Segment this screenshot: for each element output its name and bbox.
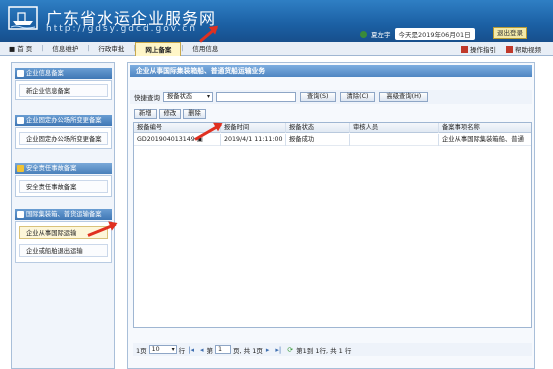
page-size-select[interactable]: 10 [148,345,177,354]
help-video-link[interactable]: 帮助视频 [506,44,541,54]
page-label-post: 页, 共 1页 [233,346,263,355]
column-header[interactable]: 报备时间 [221,123,286,133]
site-url: http://gdsy.gdcd.gov.cn [46,24,197,34]
quick-query-label: 快捷查询 [134,94,160,102]
warning-icon [17,165,24,172]
user-info: 夏左宇 今天是2019年06月01日 [360,28,475,40]
filing-number: GD201904013149 [137,136,195,143]
sidebar-section-safety-accident[interactable]: 安全责任事故备案 [15,163,112,174]
sidebar-section-body: 新企业信息备案 [15,80,112,100]
guide-icon [461,46,468,53]
section-icon [17,70,24,77]
table-header: 报备编号 报备时间 报备状态 审核人员 备案事项名称 [134,123,531,133]
nav-online-filing[interactable]: 网上备案 [135,41,182,56]
pager-summary: 第1到 1行, 共 1 行 [296,346,352,355]
first-page-icon[interactable]: |◂ [188,346,194,354]
new-button[interactable]: 新增 [134,109,157,119]
column-header[interactable]: 备案事项名称 [439,123,531,133]
edit-button[interactable]: 修改 [158,109,182,119]
query-input[interactable] [216,92,296,102]
sidebar-item-new-enterprise-filing[interactable]: 新企业信息备案 [19,84,108,97]
sidebar-item-office-change-filing[interactable]: 企业固定办公场所变更备案 [19,132,108,145]
column-header[interactable]: 报备状态 [286,123,350,133]
sidebar-section-enterprise-info[interactable]: 企业信息备案 [15,68,112,79]
page-number-input[interactable]: 1 [215,345,232,354]
help-video-label: 帮助视频 [515,46,541,54]
pager-prefix: 1页 [136,346,147,355]
nav-right-links: 操作指引 帮助视频 [461,42,541,56]
user-icon [360,30,367,38]
main-nav: ■ 首 页 | 信息维护 | 行政审批 | 网上备案 | 信用信息 操作指引 帮… [0,41,553,56]
table-cell: 企业从事国际集装箱船、普通 [442,136,524,143]
nav-credit-info[interactable]: 信用信息 [183,42,227,56]
section-title: 企业固定办公场所变更备案 [26,117,102,124]
section-title: 安全责任事故备案 [26,165,77,172]
sidebar-section-body: 安全责任事故备案 [15,175,112,197]
sidebar-section-body: 企业固定办公场所变更备案 [15,127,112,149]
today-date: 今天是2019年06月01日 [394,28,475,40]
sidebar-item-exit-transport[interactable]: 企业或船舶退出运输 [19,244,108,257]
table-cell: 2019/4/1 11:11:00 [221,134,286,146]
guide-link[interactable]: 操作指引 [461,44,496,54]
main-panel: 企业从事国际集装箱船、普通货船运输业务 快捷查询 报备状态 查询(S) 清除(C… [127,62,535,369]
search-button[interactable]: 查询(S) [300,92,336,102]
sidebar-item-safety-accident-filing[interactable]: 安全责任事故备案 [19,180,108,193]
table-cell [350,134,439,146]
panel-title: 企业从事国际集装箱船、普通货船运输业务 [130,65,532,77]
grid-toolbar: 新增 修改 删除 [134,109,206,120]
advanced-search-button[interactable]: 高级查询(H) [379,92,429,102]
sidebar: 企业信息备案 新企业信息备案 企业固定办公场所变更备案 企业固定办公场所变更备案… [11,62,115,369]
page-label-pre: 第 [206,346,214,355]
page-size-suffix: 行 [178,346,186,355]
section-icon [17,117,24,124]
filing-table: 报备编号 报备时间 报备状态 审核人员 备案事项名称 GD20190401314… [133,122,532,328]
quick-query-bar: 快捷查询 报备状态 查询(S) 清除(C) 高级查询(H) [130,90,532,104]
nav-home[interactable]: ■ 首 页 [0,42,41,56]
guide-label: 操作指引 [470,46,496,54]
section-title: 企业信息备案 [26,70,64,77]
sidebar-section-intl-container[interactable]: 国际集装箱、普货运输备案 [15,209,112,220]
site-header: 广东省水运企业服务网 http://gdsy.gdcd.gov.cn 夏左宇 今… [0,0,553,42]
table-row[interactable]: GD201904013149 ▣ 2019/4/1 11:11:00 报备成功 … [134,134,531,146]
filing-number-cell[interactable]: GD201904013149 ▣ [134,134,221,146]
logout-button[interactable]: 退出登录 [493,27,527,39]
prev-page-icon[interactable]: ◂ [200,346,204,354]
query-field-select[interactable]: 报备状态 [163,92,213,102]
user-name: 夏左宇 [371,31,391,39]
table-cell: 报备成功 [286,134,350,146]
nav-home-label: 首 页 [17,44,33,53]
delete-button[interactable]: 删除 [183,109,206,119]
section-icon [17,211,24,218]
ship-logo-icon [8,6,38,30]
refresh-icon[interactable]: ⟳ [287,346,293,354]
next-page-icon[interactable]: ▸ [266,346,270,354]
nav-admin-approval[interactable]: 行政审批 [89,42,133,56]
last-page-icon[interactable]: ▸| [275,346,281,354]
nav-info-maintenance[interactable]: 信息维护 [43,42,87,56]
clear-button[interactable]: 清除(C) [339,92,376,102]
section-title: 国际集装箱、普货运输备案 [26,211,102,218]
sidebar-section-office-change[interactable]: 企业固定办公场所变更备案 [15,115,112,126]
column-header[interactable]: 审核人员 [350,123,439,133]
pagination-bar: 1页 10 行 |◂ ◂ 第 1 页, 共 1页 ▸ ▸| ⟳ 第1到 1行, … [133,343,532,356]
video-icon [506,46,513,53]
sidebar-section-body: 企业从事国际运输 企业或船舶退出运输 [15,221,112,263]
